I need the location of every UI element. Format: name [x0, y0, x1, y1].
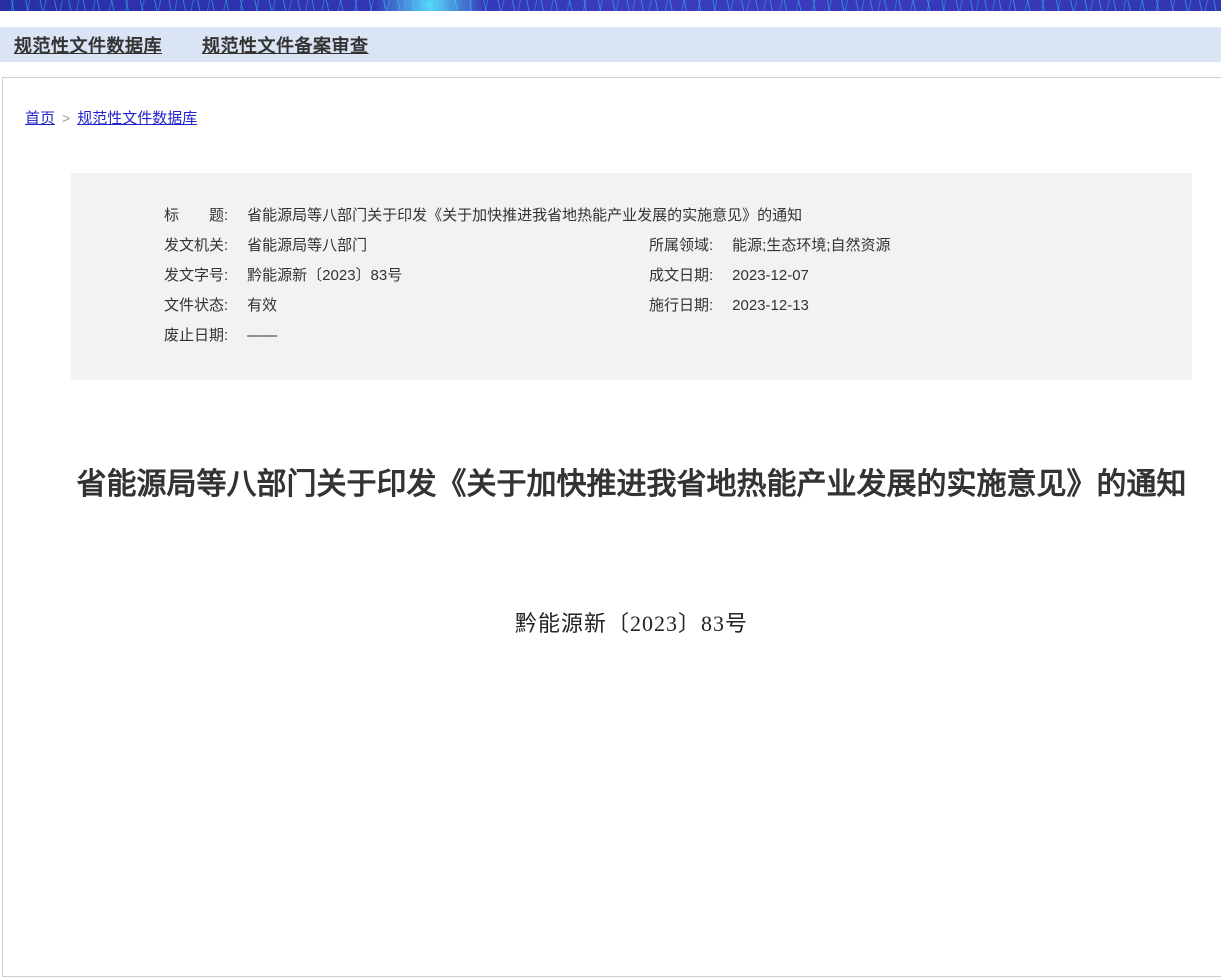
decorative-tech-banner: [0, 0, 1221, 11]
tab-regulatory-file-database[interactable]: 规范性文件数据库: [14, 32, 162, 58]
breadcrumb-separator: >: [62, 110, 70, 126]
meta-effective-date-value: 2023-12-13: [732, 291, 809, 321]
meta-written-date-value: 2023-12-07: [732, 261, 809, 291]
meta-row-issuer: 发文机关: 省能源局等八部门 所属领域: 能源;生态环境;自然资源: [71, 231, 1192, 261]
document-metadata-box: 标 题: 省能源局等八部门关于印发《关于加快推进我省地热能产业发展的实施意见》的…: [71, 173, 1192, 380]
document-title: 省能源局等八部门关于印发《关于加快推进我省地热能产业发展的实施意见》的通知: [72, 458, 1192, 512]
meta-docno-label: 发文字号:: [164, 261, 228, 291]
meta-field-area-value: 能源;生态环境;自然资源: [732, 231, 890, 261]
meta-repeal-date-label: 废止日期:: [164, 321, 228, 351]
tab-regulatory-file-record-review[interactable]: 规范性文件备案审查: [202, 32, 369, 58]
meta-issuer-field: 发文机关: 省能源局等八部门: [164, 231, 649, 261]
meta-written-date-field: 成文日期: 2023-12-07: [649, 261, 809, 291]
breadcrumb: 首页 > 规范性文件数据库: [3, 78, 1221, 128]
meta-effective-date-field: 施行日期: 2023-12-13: [649, 291, 809, 321]
meta-effective-date-label: 施行日期:: [649, 291, 713, 321]
meta-row-title: 标 题: 省能源局等八部门关于印发《关于加快推进我省地热能产业发展的实施意见》的…: [71, 201, 1192, 231]
meta-row-docno: 发文字号: 黔能源新〔2023〕83号 成文日期: 2023-12-07: [71, 261, 1192, 291]
meta-issuer-label: 发文机关:: [164, 231, 228, 261]
meta-row-status: 文件状态: 有效 施行日期: 2023-12-13: [71, 291, 1192, 321]
meta-title-label: 标 题:: [164, 201, 228, 231]
meta-repeal-date-field: 废止日期: ——: [164, 321, 649, 351]
meta-docno-field: 发文字号: 黔能源新〔2023〕83号: [164, 261, 649, 291]
document-number: 黔能源新〔2023〕83号: [3, 606, 1221, 638]
meta-repeal-date-value: ——: [247, 321, 277, 351]
meta-row-repeal: 废止日期: ——: [71, 321, 1192, 351]
breadcrumb-home-link[interactable]: 首页: [25, 110, 55, 127]
content-frame: 首页 > 规范性文件数据库 标 题: 省能源局等八部门关于印发《关于加快推进我省地热…: [2, 77, 1221, 977]
meta-status-field: 文件状态: 有效: [164, 291, 649, 321]
meta-field-area: 所属领域: 能源;生态环境;自然资源: [649, 231, 891, 261]
meta-field-area-label: 所属领域:: [649, 231, 713, 261]
meta-title-value: 省能源局等八部门关于印发《关于加快推进我省地热能产业发展的实施意见》的通知: [247, 201, 802, 231]
meta-written-date-label: 成文日期:: [649, 261, 713, 291]
meta-issuer-value: 省能源局等八部门: [247, 231, 367, 261]
tab-bar: 规范性文件数据库 规范性文件备案审查: [0, 27, 1221, 62]
meta-title-field: 标 题: 省能源局等八部门关于印发《关于加快推进我省地热能产业发展的实施意见》的…: [164, 201, 649, 231]
meta-status-value: 有效: [247, 291, 277, 321]
breadcrumb-current-link[interactable]: 规范性文件数据库: [77, 110, 197, 127]
meta-status-label: 文件状态:: [164, 291, 228, 321]
meta-docno-value: 黔能源新〔2023〕83号: [247, 261, 402, 291]
